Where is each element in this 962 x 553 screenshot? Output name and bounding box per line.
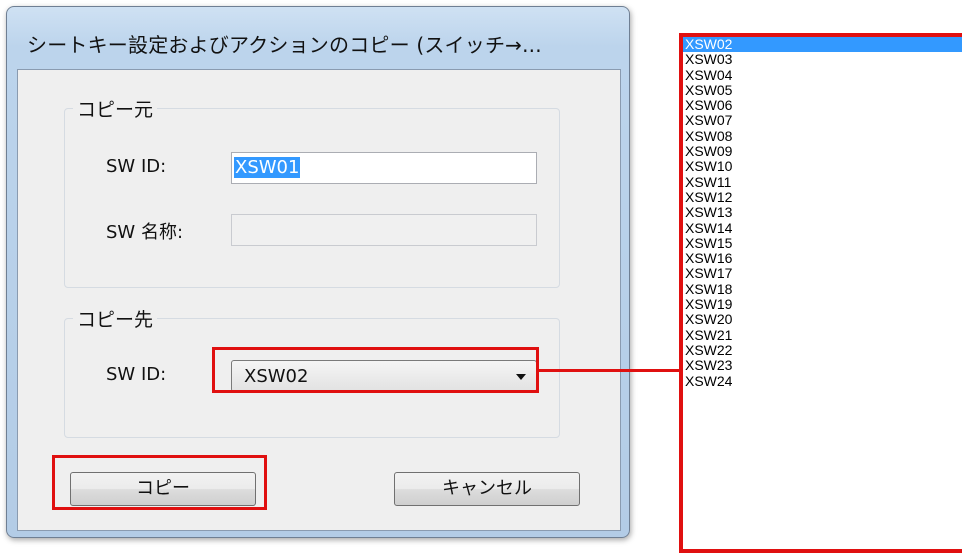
dropdown-list-item[interactable]: XSW08 [683,128,962,144]
dropdown-list-item[interactable]: XSW12 [683,189,962,205]
dropdown-list-item[interactable]: XSW23 [683,358,962,373]
dropdown-list-item[interactable]: XSW15 [683,235,962,251]
source-sw-id-value: XSW01 [234,157,301,178]
dropdown-list-item[interactable]: XSW19 [683,296,962,312]
dropdown-list-item[interactable]: XSW10 [683,159,962,174]
source-sw-id-field[interactable]: XSW01 [231,152,537,184]
dropdown-items: XSW02 XSW03 XSW04 XSW05 XSW06 XSW07 XSW08 XSW09… [683,37,962,389]
copy-button-highlight-box [52,455,267,510]
dest-sw-id-label: SW ID: [106,364,167,385]
dropdown-list-item[interactable]: XSW20 [683,312,962,327]
dropdown-list-item[interactable]: XSW05 [683,82,962,98]
dropdown-list-item[interactable]: XSW03 [683,52,962,67]
dropdown-list-item[interactable]: XSW24 [683,373,962,389]
source-sw-id-label: SW ID: [106,156,167,177]
dropdown-list-item[interactable]: XSW11 [683,174,962,190]
source-group-label: コピー元 [73,95,158,122]
dropdown-list-item[interactable]: XSW18 [683,281,962,297]
title-bar[interactable]: シートキー設定およびアクションのコピー (スイッチ→... [7,7,629,69]
dropdown-list-item[interactable]: XSW09 [683,143,962,159]
source-sw-name-field[interactable] [231,214,537,246]
source-group: コピー元 [64,95,560,288]
dropdown-list-item[interactable]: XSW13 [683,205,962,220]
dropdown-list-item[interactable]: XSW17 [683,266,962,281]
combobox-highlight-box [212,347,539,393]
dropdown-list-item[interactable]: XSW06 [683,98,962,113]
dropdown-list-item[interactable]: XSW16 [683,251,962,266]
connector-line-horizontal [539,369,669,372]
dest-group-label: コピー先 [73,305,158,332]
cancel-button[interactable]: キャンセル [394,472,580,506]
dropdown-list-item[interactable]: XSW21 [683,327,962,343]
dialog-title: シートキー設定およびアクションのコピー (スイッチ→... [27,33,542,57]
dropdown-list-item[interactable]: XSW04 [683,67,962,83]
dropdown-list-item[interactable]: XSW14 [683,220,962,236]
sw-id-dropdown-list[interactable]: XSW02 XSW03 XSW04 XSW05 XSW06 XSW07 XSW08 XSW09… [679,33,962,553]
dropdown-list-item[interactable]: XSW22 [683,342,962,358]
dropdown-list-item[interactable]: XSW07 [683,113,962,128]
source-sw-name-label: SW 名称: [106,222,184,243]
dropdown-list-item[interactable]: XSW02 [683,37,962,53]
